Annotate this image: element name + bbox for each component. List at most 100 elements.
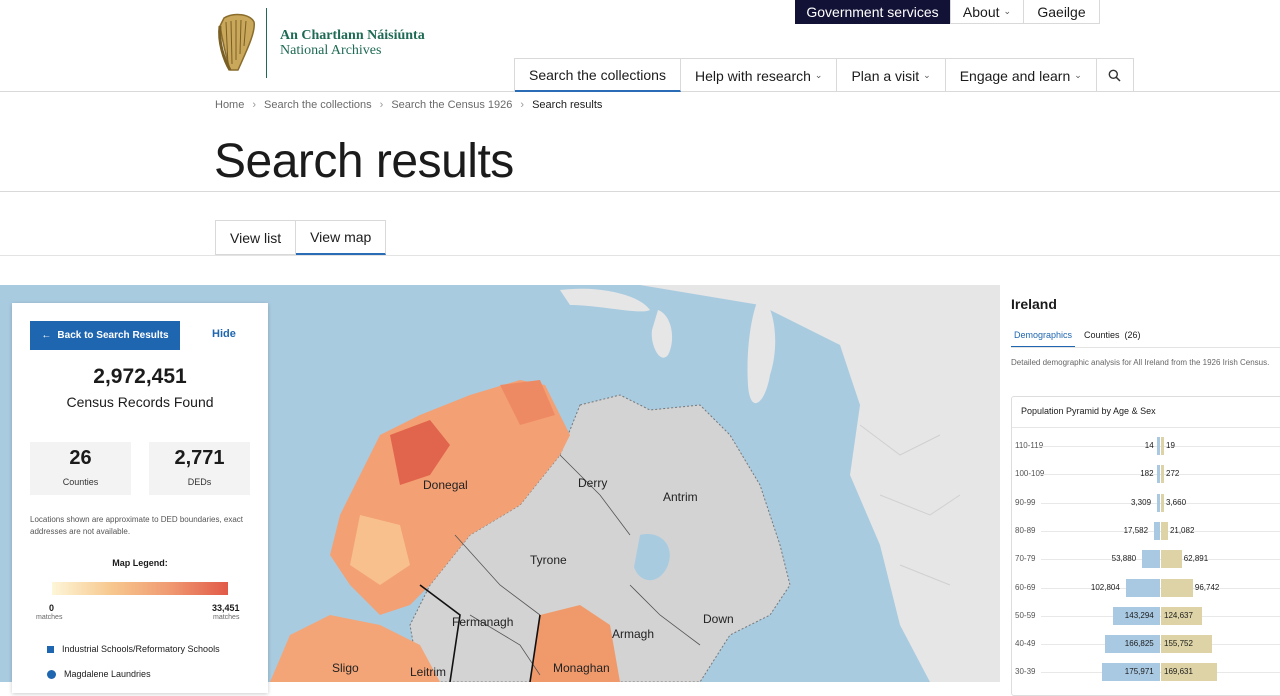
pyramid-row: 40-49 166,825 155,752 [1001, 635, 1280, 654]
pyramid-bar-female[interactable] [1161, 465, 1164, 484]
chevron-right-icon: › [379, 99, 384, 111]
pyramid-row: 100-109 182 272 [1001, 465, 1280, 484]
pyramid-value-female: 62,891 [1183, 554, 1209, 564]
pyramid-row: 110-119 14 19 [1001, 437, 1280, 455]
pyramid-bar-male[interactable] [1126, 578, 1160, 597]
site-logo-text[interactable]: An Chartlann Náisiúnta National Archives [280, 28, 425, 58]
pyramid-value-female: 272 [1166, 469, 1180, 479]
square-marker-icon [47, 645, 54, 653]
pyramid-bar-female[interactable] [1161, 578, 1193, 597]
legend-min: 0 [49, 603, 55, 613]
nav-search-collections[interactable]: Search the collections [515, 59, 681, 92]
about-label: About [962, 3, 1000, 20]
panel-tabs: Demographics Counties (26) [1011, 330, 1150, 348]
harp-logo-icon[interactable] [216, 12, 258, 74]
map-label-leitrim: Leitrim [410, 665, 447, 679]
map-label-tyrone: Tyrone [530, 553, 567, 567]
breadcrumb-search-census[interactable]: Search the Census 1926 [391, 99, 512, 111]
pyramid-value-female: 3,660 [1166, 497, 1187, 507]
pyramid-row: 70-79 53,880 62,891 [1001, 550, 1280, 569]
pyramid-age-label: 30-39 [1015, 667, 1036, 677]
chevron-right-icon: › [520, 99, 525, 111]
pyramid-value-female: 155,752 [1164, 639, 1193, 649]
pyramid-value-female: 169,631 [1164, 667, 1193, 677]
stat-label: DEDs [187, 477, 212, 487]
pyramid-bar-female[interactable] [1161, 550, 1182, 569]
pyramid-age-label: 90-99 [1015, 497, 1036, 507]
pyramid-age-label: 70-79 [1015, 554, 1036, 564]
pyramid-value-male: 3,309 [1131, 497, 1152, 507]
site-header: An Chartlann Náisiúnta National Archives… [0, 0, 1280, 92]
pyramid-bar-female[interactable] [1161, 493, 1164, 512]
about-menu[interactable]: About ⌄ [950, 0, 1024, 24]
logo-english-name: National Archives [280, 43, 382, 58]
pyramid-row: 50-59 143,294 124,637 [1001, 606, 1280, 625]
pyramid-age-label: 80-89 [1015, 525, 1036, 535]
pyramid-bar-male[interactable] [1154, 521, 1160, 540]
search-button[interactable] [1097, 59, 1133, 92]
breadcrumb-home[interactable]: Home [215, 99, 244, 111]
pyramid-bar-male[interactable] [1157, 437, 1160, 455]
pyramid-value-male: 166,825 [1124, 639, 1154, 649]
pyramid-age-label: 100-109 [1015, 469, 1045, 479]
tab-demographics[interactable]: Demographics [1011, 330, 1076, 348]
legend-gradient [52, 582, 228, 595]
logo-irish-name: An Chartlann Náisiúnta [280, 28, 425, 43]
pyramid-value-male: 53,880 [1111, 554, 1137, 564]
records-label: Census Records Found [66, 394, 214, 410]
pyramid-bar-male[interactable] [1157, 493, 1160, 512]
stat-label: Counties [62, 477, 99, 487]
legend-item-label: Magdalene Laundries [64, 669, 151, 679]
hide-panel-link[interactable]: Hide [212, 328, 236, 340]
nav-engage-and-learn[interactable]: Engage and learn ⌄ [946, 59, 1097, 92]
legend-item-industrial-schools: Industrial Schools/Reformatory Schools [47, 644, 220, 654]
pyramid-title: Population Pyramid by Age & Sex [1021, 406, 1156, 416]
back-to-search-button[interactable]: ← Back to Search Results [30, 321, 180, 350]
nav-label: Engage and learn [959, 67, 1071, 84]
breadcrumb: Home › Search the collections › Search t… [215, 99, 602, 111]
results-summary-panel: ← Back to Search Results Hide 2,972,451 … [12, 303, 268, 693]
pyramid-row: 90-99 3,309 3,660 [1001, 493, 1280, 512]
divider [1011, 347, 1280, 348]
map-label-derry: Derry [578, 476, 608, 490]
legend-min-unit: matches [36, 614, 63, 621]
pyramid-bar-male[interactable] [1142, 550, 1160, 569]
nav-label: Help with research [694, 67, 811, 84]
tab-view-map[interactable]: View map [296, 220, 387, 255]
chevron-down-icon: ⌄ [1074, 70, 1082, 80]
search-icon [1108, 69, 1121, 82]
government-services-link[interactable]: Government services [795, 0, 950, 24]
pyramid-value-male: 17,582 [1123, 525, 1149, 535]
tab-view-list[interactable]: View list [215, 220, 297, 255]
stat-value: 2,771 [174, 447, 225, 469]
map-label-sligo: Sligo [332, 661, 359, 675]
breadcrumb-search-collections[interactable]: Search the collections [264, 99, 372, 111]
pyramid-bar-male[interactable] [1157, 465, 1160, 484]
pyramid-bar-female[interactable] [1161, 521, 1168, 540]
nav-plan-a-visit[interactable]: Plan a visit ⌄ [837, 59, 946, 92]
divider [0, 191, 1280, 192]
location-note: Locations shown are approximate to DED b… [30, 515, 244, 536]
chevron-right-icon: › [252, 99, 257, 111]
pyramid-age-label: 110-119 [1015, 441, 1044, 450]
tab-counties[interactable]: Counties (26) [1081, 330, 1144, 348]
stat-value: 26 [69, 447, 92, 469]
legend-max-unit: matches [213, 614, 240, 621]
demographics-description: Detailed demographic analysis for All Ir… [1011, 358, 1270, 367]
pyramid-row: 60-69 102,804 96,742 [1001, 578, 1280, 597]
map-label-down: Down [703, 612, 734, 626]
land-island [747, 295, 776, 404]
pyramid-value-female: 124,637 [1164, 610, 1193, 620]
nav-help-with-research[interactable]: Help with research ⌄ [681, 59, 838, 92]
region-title: Ireland [1011, 296, 1057, 312]
legend-item-magdalene-laundries: Magdalene Laundries [47, 669, 151, 679]
logo-divider [266, 8, 267, 78]
chevron-down-icon: ⌄ [814, 70, 823, 80]
gaeilge-link[interactable]: Gaeilge [1024, 0, 1100, 24]
counties-stat: 26 Counties [30, 442, 131, 495]
map-label-donegal: Donegal [423, 478, 468, 492]
pyramid-value-female: 19 [1166, 441, 1175, 450]
pyramid-bar-female[interactable] [1161, 437, 1164, 455]
deds-stat: 2,771 DEDs [149, 442, 250, 495]
legend-title: Map Legend: [112, 558, 168, 568]
